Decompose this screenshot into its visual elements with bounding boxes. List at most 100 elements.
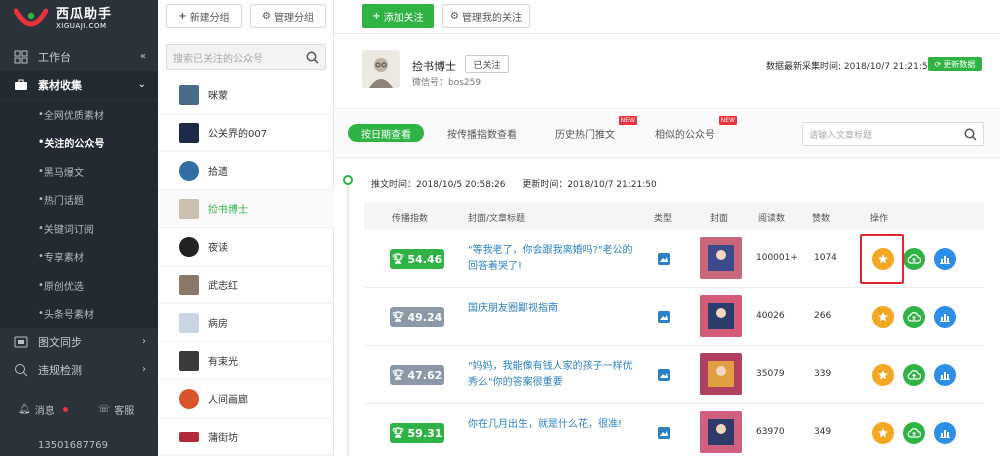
refresh-icon: ⟳ <box>934 59 942 69</box>
service-link[interactable]: 客服 <box>114 402 134 417</box>
sync-icon <box>14 336 28 348</box>
avatar <box>179 160 199 181</box>
new-group-button[interactable]: + 新建分组 <box>166 4 242 28</box>
nav-workbench-label: 工作台 <box>38 51 71 64</box>
sidebar: 西瓜助手 XIGUAJI.COM 工作台 « 素材收集 ⌄ • 全网优质素材 •… <box>0 0 158 456</box>
brand-domain: XIGUAJI.COM <box>56 22 107 30</box>
account-item[interactable]: 病房 <box>158 304 334 342</box>
submenu-item[interactable]: • 黑马爆文 <box>0 157 158 186</box>
cloud-upload-button[interactable] <box>903 422 925 444</box>
article-title-link[interactable]: "等我老了，你会跟我离婚吗?"老公的回答着哭了! <box>468 243 638 275</box>
account-item[interactable]: 拾遗 <box>158 152 334 190</box>
stats-button[interactable] <box>934 306 956 328</box>
timeline-line <box>347 185 349 456</box>
trophy-icon: 🏆︎ <box>391 427 405 439</box>
submenu-item[interactable]: • 关键词订阅 <box>0 214 158 243</box>
nav-material[interactable]: 素材收集 ⌄ <box>0 71 158 99</box>
gear-icon: ⚙ <box>262 10 271 22</box>
cloud-upload-button[interactable] <box>903 364 925 386</box>
read-count: 40026 <box>756 311 785 321</box>
like-count: 349 <box>814 427 832 437</box>
article-cover-image[interactable] <box>700 237 742 279</box>
user-phone[interactable]: 13501687769 <box>0 440 158 456</box>
submenu-item[interactable]: • 专享素材 <box>0 243 158 272</box>
manage-group-button[interactable]: ⚙ 管理分组 <box>250 4 326 28</box>
star-icon <box>878 312 888 322</box>
messages-link[interactable]: 消息 <box>35 402 55 417</box>
image-type-icon <box>658 369 670 381</box>
bell-icon: 🔔︎ <box>18 403 31 415</box>
tab-by-date[interactable]: 按日期查看 <box>348 124 424 142</box>
submenu-item-followed[interactable]: • 关注的公众号 <box>0 129 158 158</box>
article-cover-image[interactable] <box>700 295 742 337</box>
article-cover-image[interactable] <box>700 353 742 395</box>
favorite-star-button[interactable] <box>872 364 894 386</box>
cloud-upload-button[interactable] <box>903 306 925 328</box>
favorite-star-button[interactable] <box>872 422 894 444</box>
search-icon[interactable] <box>964 128 977 141</box>
table-row: 🏆︎ 47.62 "妈妈，我能像有钱人家的孩子一样优秀么"你的答案很重要 350… <box>364 346 984 404</box>
account-search-input[interactable]: 搜索已关注的公众号 <box>166 44 326 70</box>
article-title-link[interactable]: 你在几月出生，就是什么花，很准! <box>468 417 638 433</box>
account-item[interactable]: 人间画廊 <box>158 380 334 418</box>
post-update-time: 更新时间：2018/10/7 21:21:50 <box>522 180 657 190</box>
nav-check[interactable]: 违规检测 › <box>0 356 158 384</box>
account-item[interactable]: 武志红 <box>158 266 334 304</box>
account-item-active[interactable]: 捡书博士 <box>158 190 334 228</box>
add-follow-button[interactable]: + 添加关注 <box>362 4 434 28</box>
avatar <box>179 431 199 442</box>
star-icon <box>878 428 888 438</box>
update-data-button[interactable]: ⟳ 更新数据 <box>928 57 982 71</box>
like-count: 1074 <box>814 253 837 263</box>
col-title: 封面/文章标题 <box>468 214 526 224</box>
search-icon[interactable] <box>306 51 319 64</box>
collapse-icon[interactable]: « <box>140 51 146 62</box>
favorite-star-button[interactable] <box>872 306 894 328</box>
stats-button[interactable] <box>934 422 956 444</box>
stats-button[interactable] <box>934 364 956 386</box>
account-item[interactable]: 公关界的007 <box>158 114 334 152</box>
submenu-item[interactable]: • 热门话题 <box>0 186 158 215</box>
cloud-upload-button[interactable] <box>903 248 925 270</box>
briefcase-icon <box>15 79 27 90</box>
manage-follow-button[interactable]: ⚙ 管理我的关注 <box>442 4 530 28</box>
bar-chart-icon <box>940 314 950 322</box>
gear-icon: ⚙ <box>450 10 459 22</box>
tab-similar[interactable]: 相似的公众号 NEW <box>652 116 737 142</box>
logo[interactable]: 西瓜助手 XIGUAJI.COM <box>14 6 112 32</box>
followed-button[interactable]: 已关注 <box>465 55 509 73</box>
trophy-icon: 🏆︎ <box>391 311 405 323</box>
submenu-item[interactable]: • 原创优选 <box>0 271 158 300</box>
col-cover: 封面 <box>710 214 729 224</box>
image-type-icon <box>658 311 670 323</box>
col-actions: 操作 <box>870 214 889 224</box>
score-badge: 🏆︎ 54.46 <box>390 249 444 269</box>
stats-button[interactable] <box>934 248 956 270</box>
submenu-item[interactable]: • 全网优质素材 <box>0 100 158 129</box>
nav-workbench[interactable]: 工作台 « <box>0 43 158 71</box>
like-count: 266 <box>814 311 832 321</box>
divider <box>334 33 1000 34</box>
plus-icon: + <box>178 10 187 22</box>
article-search-input[interactable]: 请输入文章标题 <box>802 122 984 146</box>
account-item[interactable]: 蒲街坊 <box>158 418 334 456</box>
nav-check-label: 违规检测 <box>38 364 82 377</box>
bar-chart-icon <box>940 372 950 380</box>
col-likes: 赞数 <box>812 214 831 224</box>
submenu-item[interactable]: • 头条号素材 <box>0 300 158 329</box>
nav-sync[interactable]: 图文同步 › <box>0 328 158 356</box>
score-badge: 🏆︎ 59.31 <box>390 423 444 443</box>
tab-by-index[interactable]: 按传播指数查看 <box>442 124 522 142</box>
tab-history-hot[interactable]: 历史热门推文 NEW <box>552 116 637 142</box>
watermelon-logo-icon <box>14 8 48 27</box>
account-item[interactable]: 夜读 <box>158 228 334 266</box>
avatar <box>179 122 199 143</box>
article-title-link[interactable]: 国庆朋友圈鄙视指南 <box>468 301 638 317</box>
article-cover-image[interactable] <box>700 411 742 453</box>
account-item[interactable]: 咪蒙 <box>158 76 334 114</box>
account-item[interactable]: 有束光 <box>158 342 334 380</box>
article-title-link[interactable]: "妈妈，我能像有钱人家的孩子一样优秀么"你的答案很重要 <box>468 359 638 391</box>
new-badge: NEW <box>618 116 637 125</box>
avatar <box>179 388 199 409</box>
material-submenu: • 全网优质素材 • 关注的公众号 • 黑马爆文 • 热门话题 • 关键词订阅 … <box>0 100 158 328</box>
